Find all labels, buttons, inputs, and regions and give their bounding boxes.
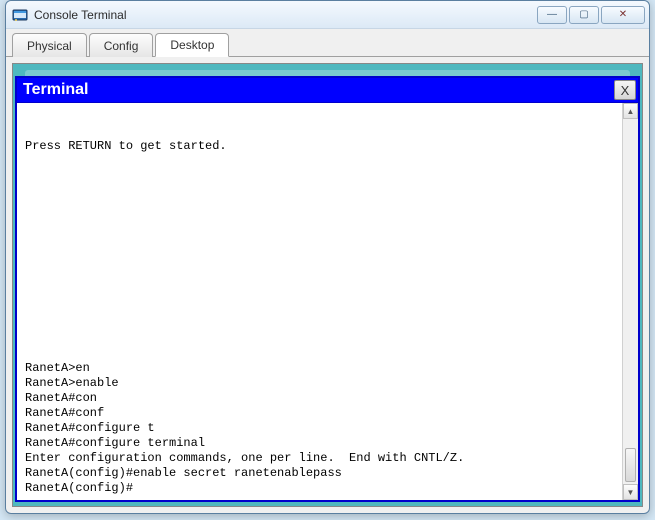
minimize-button[interactable]: — <box>537 6 567 24</box>
terminal-close-button[interactable]: X <box>614 80 636 100</box>
tab-strip: Physical Config Desktop <box>6 29 649 57</box>
tab-desktop[interactable]: Desktop <box>155 33 229 57</box>
minimize-icon: — <box>547 9 557 20</box>
app-icon <box>12 7 28 23</box>
chevron-down-icon: ▼ <box>627 488 635 497</box>
terminal-output-top: Press RETURN to get started. <box>25 109 614 154</box>
close-icon: ✕ <box>619 9 627 20</box>
terminal-window: Terminal X Press RETURN to get started. … <box>15 76 640 502</box>
scroll-down-button[interactable]: ▼ <box>623 484 638 500</box>
tab-label: Config <box>104 39 139 53</box>
scroll-thumb[interactable] <box>625 448 636 482</box>
tab-label: Desktop <box>170 38 214 52</box>
maximize-button[interactable]: ▢ <box>569 6 599 24</box>
window-title: Console Terminal <box>34 8 537 22</box>
desktop-area: Terminal X Press RETURN to get started. … <box>12 63 643 507</box>
tab-config[interactable]: Config <box>89 33 154 57</box>
terminal-title: Terminal <box>23 81 614 99</box>
close-icon: X <box>621 83 630 98</box>
chevron-up-icon: ▲ <box>627 107 635 116</box>
terminal-scrollbar[interactable]: ▲ ▼ <box>622 103 638 500</box>
scroll-up-button[interactable]: ▲ <box>623 103 638 119</box>
terminal-output[interactable]: Press RETURN to get started. RanetA>en R… <box>17 103 622 500</box>
maximize-icon: ▢ <box>579 9 588 20</box>
close-button[interactable]: ✕ <box>601 6 645 24</box>
window-controls: — ▢ ✕ <box>537 6 645 24</box>
terminal-output-spacer <box>25 154 614 361</box>
console-terminal-window: Console Terminal — ▢ ✕ Physical Config D… <box>5 0 650 514</box>
terminal-output-bottom: RanetA>en RanetA>enable RanetA#con Ranet… <box>25 361 614 496</box>
window-titlebar[interactable]: Console Terminal — ▢ ✕ <box>6 1 649 29</box>
tab-physical[interactable]: Physical <box>12 33 87 57</box>
terminal-body-wrap: Press RETURN to get started. RanetA>en R… <box>17 102 638 500</box>
tab-label: Physical <box>27 39 72 53</box>
terminal-titlebar[interactable]: Terminal X <box>17 78 638 102</box>
